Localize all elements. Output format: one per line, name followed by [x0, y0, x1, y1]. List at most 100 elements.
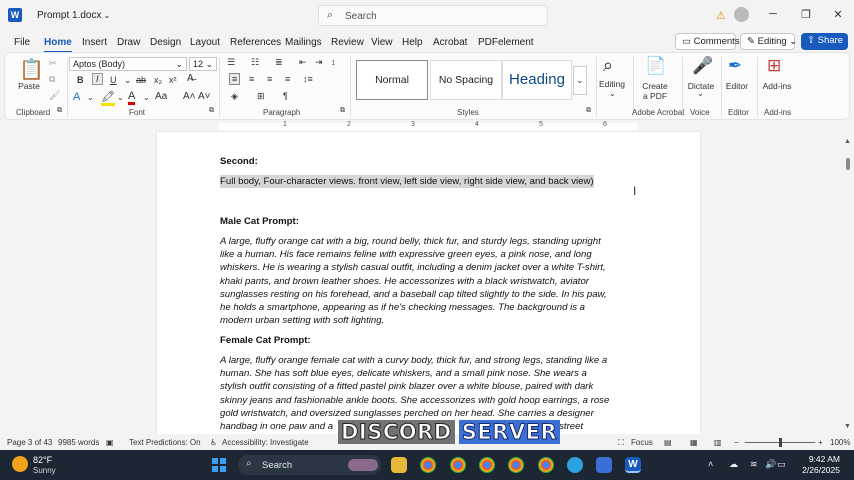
tab-references[interactable]: References	[230, 37, 281, 48]
sort-icon[interactable]: ↕	[331, 57, 336, 67]
tab-mailings[interactable]: Mailings	[285, 37, 322, 48]
tab-insert[interactable]: Insert	[82, 37, 107, 48]
justify-icon[interactable]: ≡	[285, 74, 290, 84]
tab-home[interactable]: Home	[44, 37, 72, 53]
chrome-profile-icon[interactable]	[479, 457, 495, 473]
superscript-button[interactable]: x²	[169, 75, 177, 85]
shrink-font-icon[interactable]: A˅	[198, 91, 211, 102]
scrollbar-thumb[interactable]	[846, 158, 850, 170]
word-icon[interactable]: W	[8, 8, 22, 22]
style-normal[interactable]: Normal	[356, 60, 428, 100]
paste-icon[interactable]: 📋	[19, 57, 44, 82]
bold-button[interactable]: B	[77, 75, 84, 85]
tab-view[interactable]: View	[371, 37, 393, 48]
multilevel-list-icon[interactable]: ≣	[275, 57, 283, 68]
dialog-launcher-icon[interactable]: ⧉	[340, 107, 345, 115]
tab-draw[interactable]: Draw	[117, 37, 140, 48]
comments-button[interactable]: ▭ Comments	[675, 33, 740, 50]
editor-button[interactable]: Editor	[721, 81, 753, 91]
cloud-icon[interactable]: ☁	[729, 459, 738, 470]
chevron-down-icon[interactable]: ⌄	[143, 93, 150, 102]
word-count[interactable]: 9985 words	[58, 438, 99, 447]
tab-help[interactable]: Help	[402, 37, 423, 48]
search-input[interactable]: ⌕ Search	[318, 5, 548, 26]
proofing-icon[interactable]: ▣	[106, 438, 114, 447]
document-page[interactable]: Second: Full body, Four-character views.…	[157, 132, 700, 434]
subscript-button[interactable]: x₂	[154, 75, 162, 85]
change-case-icon[interactable]: Aa	[155, 91, 167, 102]
highlight-color-icon[interactable]: 🖍	[101, 90, 115, 106]
show-paragraph-marks-icon[interactable]: ¶	[283, 91, 288, 101]
chevron-down-icon[interactable]: ⌄	[609, 89, 616, 98]
underline-button[interactable]: U	[110, 75, 117, 85]
clock[interactable]: 9:42 AM 2/26/2025	[786, 454, 840, 476]
chevron-up-icon[interactable]: ˄	[708, 459, 713, 469]
tab-layout[interactable]: Layout	[190, 37, 220, 48]
chevron-down-icon[interactable]: ⌄	[697, 89, 704, 98]
battery-icon[interactable]: ▭	[777, 459, 786, 470]
chrome-icon[interactable]	[420, 457, 436, 473]
weather-condition[interactable]: Sunny	[33, 466, 56, 475]
editing-button[interactable]: Editing	[596, 79, 628, 89]
increase-indent-icon[interactable]: ⇥	[315, 57, 323, 68]
borders-icon[interactable]: ⊞	[257, 91, 265, 102]
taskbar-search-input[interactable]: ⌕ Search	[238, 455, 381, 475]
align-center-icon[interactable]: ≡	[249, 74, 254, 84]
tab-file[interactable]: File	[14, 37, 30, 48]
avatar[interactable]	[734, 7, 749, 22]
weather-temperature[interactable]: 82°F	[33, 455, 52, 465]
tab-review[interactable]: Review	[331, 37, 364, 48]
styles-more-icon[interactable]: ⌄	[573, 66, 587, 95]
focus-icon[interactable]: ⛶	[618, 438, 624, 448]
tab-acrobat[interactable]: Acrobat	[433, 37, 467, 48]
zoom-in-icon[interactable]: +	[818, 438, 823, 447]
sun-icon[interactable]	[12, 456, 28, 472]
ruler[interactable]: 1 2 3 4 5 6	[157, 121, 700, 132]
chrome-profile-icon[interactable]	[538, 457, 554, 473]
bullets-icon[interactable]: ☰	[227, 57, 235, 68]
accessibility-status[interactable]: Accessibility: Investigate	[222, 438, 309, 447]
find-icon[interactable]: ⌕	[603, 55, 613, 76]
create-pdf-button[interactable]: Create a PDF	[638, 81, 672, 101]
start-button[interactable]	[212, 458, 226, 472]
share-button[interactable]: ⇪ Share	[801, 33, 848, 50]
add-ins-button[interactable]: Add-ins	[760, 81, 794, 91]
grow-font-icon[interactable]: A˄	[183, 91, 196, 102]
selected-text-line[interactable]: Full body, Four-character views. front v…	[220, 175, 630, 188]
volume-icon[interactable]: 🔊	[765, 459, 776, 470]
zoom-slider-thumb[interactable]	[779, 438, 782, 447]
warning-icon[interactable]: ⚠	[716, 9, 726, 22]
scroll-up-icon[interactable]: ▲	[844, 138, 851, 145]
create-pdf-icon[interactable]: 📄	[645, 56, 666, 76]
tab-pdfelement[interactable]: PDFelement	[478, 37, 534, 48]
dialog-launcher-icon[interactable]: ⧉	[586, 107, 591, 115]
document-title[interactable]: Prompt 1.docx ⌄	[37, 10, 110, 21]
vertical-scrollbar[interactable]: ▲ ▼	[844, 138, 852, 430]
strikethrough-button[interactable]: ab	[136, 75, 146, 85]
chrome-profile-icon[interactable]	[450, 457, 466, 473]
chevron-down-icon[interactable]: ⌄	[124, 75, 132, 86]
cut-icon[interactable]: ✂	[49, 58, 57, 69]
decrease-indent-icon[interactable]: ⇤	[299, 57, 307, 68]
web-layout-icon[interactable]: ▥	[714, 438, 722, 447]
zoom-level[interactable]: 100%	[830, 438, 850, 447]
dialog-launcher-icon[interactable]: ⧉	[57, 107, 62, 115]
copy-icon[interactable]: ⧉	[49, 74, 55, 85]
font-size-select[interactable]: 12 ⌄	[189, 57, 217, 71]
print-layout-icon[interactable]: ▦	[690, 438, 698, 447]
text-predictions-status[interactable]: Text Predictions: On	[129, 438, 201, 447]
line-spacing-icon[interactable]: ↕≡	[303, 74, 313, 84]
add-ins-icon[interactable]: ⊞	[767, 56, 781, 76]
clear-formatting-icon[interactable]: A̶	[187, 73, 194, 84]
chrome-profile-icon[interactable]	[508, 457, 524, 473]
chevron-down-icon[interactable]: ⌄	[117, 93, 124, 102]
text-effects-icon[interactable]: A	[73, 91, 80, 103]
align-right-icon[interactable]: ≡	[267, 74, 272, 84]
minimize-button[interactable]: ─	[763, 8, 783, 20]
align-left-icon[interactable]: ≡	[229, 73, 241, 85]
file-explorer-icon[interactable]	[391, 457, 407, 473]
tab-design[interactable]: Design	[150, 37, 181, 48]
focus-button[interactable]: Focus	[631, 438, 653, 447]
style-heading[interactable]: Heading	[502, 60, 572, 100]
chevron-down-icon[interactable]: ⌄	[87, 93, 94, 102]
